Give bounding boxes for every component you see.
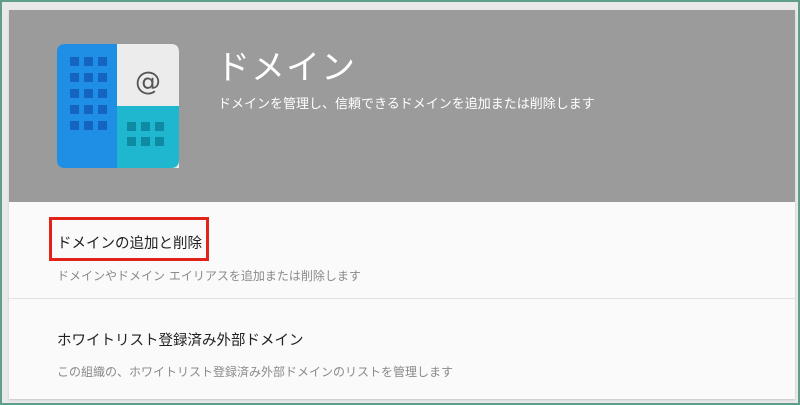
domains-card: @ ドメイン ドメインを管理し、信頼できるドメインを追加または削除します ドメイ… [9,10,795,399]
page-header: @ ドメイン ドメインを管理し、信頼できるドメインを追加または削除します [9,10,795,202]
screenshot-frame: @ ドメイン ドメインを管理し、信頼できるドメインを追加または削除します ドメイ… [0,0,800,405]
item-description: この組織の、ホワイトリスト登録済み外部ドメインのリストを管理します [57,365,454,379]
svg-text:@: @ [135,67,161,97]
item-title[interactable]: ドメインの追加と削除 [57,232,202,253]
item-description: ドメインやドメイン エイリアスを追加または削除します [57,269,361,283]
item-title[interactable]: ホワイトリスト登録済み外部ドメイン [57,329,304,350]
whitelisted-domains-item[interactable]: ホワイトリスト登録済み外部ドメイン この組織の、ホワイトリスト登録済み外部ドメイ… [9,299,795,399]
domain-building-icon: @ [57,44,179,168]
page-title: ドメイン [216,48,356,88]
add-remove-domains-item[interactable]: ドメインの追加と削除 ドメインやドメイン エイリアスを追加または削除します [9,202,795,298]
page-description: ドメインを管理し、信頼できるドメインを追加または削除します [218,97,595,112]
